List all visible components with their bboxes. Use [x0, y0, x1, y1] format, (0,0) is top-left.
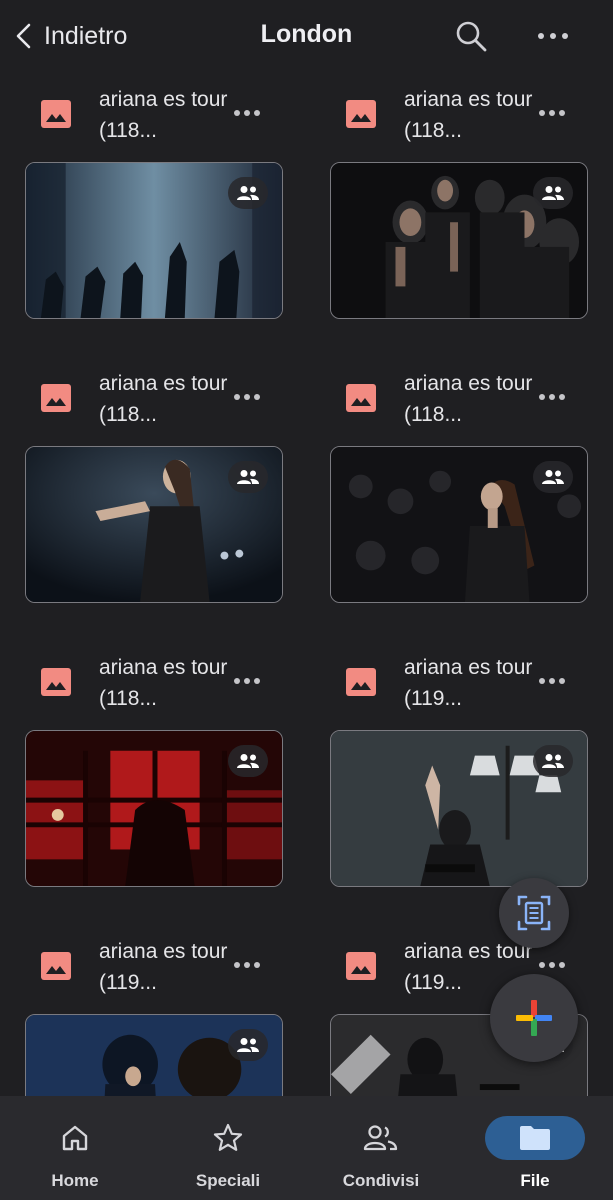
star-icon: [213, 1123, 243, 1151]
file-thumbnail[interactable]: [330, 162, 588, 319]
file-more-button[interactable]: [231, 100, 263, 126]
people-icon: [237, 754, 259, 768]
shared-badge: [228, 461, 268, 493]
shared-badge: [533, 461, 573, 493]
file-thumbnail[interactable]: [25, 446, 283, 603]
file-card[interactable]: ariana es tour (118...: [25, 70, 283, 319]
people-icon: [542, 186, 564, 200]
more-horizontal-icon: [234, 394, 260, 400]
nav-shared-icon-container: [331, 1116, 431, 1160]
people-icon: [542, 470, 564, 484]
more-horizontal-icon: [539, 394, 565, 400]
image-file-icon: [41, 100, 71, 128]
more-horizontal-icon: [539, 678, 565, 684]
bottom-navigation-bar: Home Speciali Condivisi File: [0, 1096, 613, 1200]
shared-badge: [228, 1029, 268, 1061]
file-name: ariana es tour (119...: [99, 940, 228, 994]
more-horizontal-icon: [539, 110, 565, 116]
file-more-button[interactable]: [231, 384, 263, 410]
file-card[interactable]: ariana es tour (118...: [25, 354, 283, 603]
scan-document-button[interactable]: [499, 878, 569, 948]
file-name: ariana es tour (118...: [99, 88, 228, 142]
people-icon: [363, 1125, 398, 1151]
people-icon: [542, 754, 564, 768]
file-thumbnail[interactable]: [25, 730, 283, 887]
file-card[interactable]: ariana es tour (119...: [25, 922, 283, 1096]
more-horizontal-icon: [234, 962, 260, 968]
image-file-icon: [346, 668, 376, 696]
more-horizontal-icon: [234, 110, 260, 116]
new-item-button[interactable]: [490, 974, 578, 1062]
chevron-left-icon: [16, 23, 31, 49]
image-file-icon: [346, 384, 376, 412]
file-card[interactable]: ariana es tour (118...: [25, 638, 283, 887]
nav-files[interactable]: File: [475, 1096, 595, 1200]
folder-icon: [520, 1126, 550, 1150]
file-card[interactable]: ariana es tour (118...: [330, 70, 588, 319]
back-button[interactable]: Indietro: [12, 16, 127, 56]
nav-shared-label: Condivisi: [342, 1171, 420, 1190]
nav-home[interactable]: Home: [15, 1096, 135, 1200]
home-icon: [62, 1125, 88, 1151]
more-horizontal-icon: [234, 678, 260, 684]
people-icon: [237, 1038, 259, 1052]
nav-starred-icon-container: [178, 1116, 278, 1160]
file-card[interactable]: ariana es tour (118...: [330, 354, 588, 603]
file-thumbnail[interactable]: [330, 446, 588, 603]
search-button[interactable]: [451, 16, 491, 56]
file-name: ariana es tour (118...: [99, 656, 228, 710]
top-app-bar: Indietro London: [0, 0, 613, 70]
shared-badge: [533, 177, 573, 209]
image-file-icon: [346, 952, 376, 980]
file-name: ariana es tour (118...: [404, 372, 533, 426]
image-file-icon: [41, 668, 71, 696]
nav-starred-label: Speciali: [195, 1171, 261, 1190]
people-icon: [237, 470, 259, 484]
image-file-icon: [41, 952, 71, 980]
shared-badge: [228, 177, 268, 209]
file-thumbnail[interactable]: [25, 1014, 283, 1096]
file-name: ariana es tour (118...: [99, 372, 228, 426]
nav-starred[interactable]: Speciali: [168, 1096, 288, 1200]
file-thumbnail[interactable]: [330, 730, 588, 887]
nav-files-icon-container: [485, 1116, 585, 1160]
file-thumbnail[interactable]: [25, 162, 283, 319]
nav-home-icon-container: [25, 1116, 125, 1160]
nav-shared[interactable]: Condivisi: [321, 1096, 441, 1200]
people-icon: [237, 186, 259, 200]
file-more-button[interactable]: [231, 668, 263, 694]
back-label: Indietro: [44, 21, 128, 50]
more-options-button[interactable]: [533, 16, 573, 56]
plus-icon: [516, 1000, 552, 1036]
shared-badge: [228, 745, 268, 777]
shared-badge: [533, 745, 573, 777]
file-name: ariana es tour (119...: [404, 656, 533, 710]
file-more-button[interactable]: [231, 952, 263, 978]
document-scan-icon: [517, 895, 551, 931]
nav-home-label: Home: [51, 1171, 99, 1190]
file-more-button[interactable]: [536, 100, 568, 126]
file-card[interactable]: ariana es tour (119...: [330, 638, 588, 887]
more-horizontal-icon: [538, 33, 568, 39]
file-name: ariana es tour (118...: [404, 88, 533, 142]
nav-files-label: File: [520, 1171, 550, 1190]
file-more-button[interactable]: [536, 384, 568, 410]
image-file-icon: [346, 100, 376, 128]
file-more-button[interactable]: [536, 668, 568, 694]
more-horizontal-icon: [539, 962, 565, 968]
search-icon: [456, 21, 487, 52]
image-file-icon: [41, 384, 71, 412]
